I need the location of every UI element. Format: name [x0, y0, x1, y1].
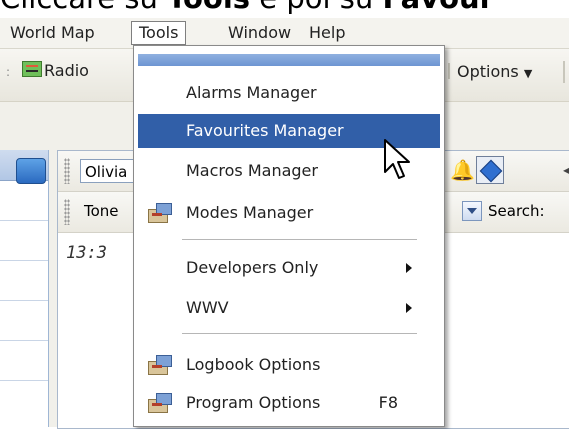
menu-tools[interactable]: Tools: [131, 21, 187, 45]
radio-icon[interactable]: [22, 61, 42, 77]
caption-text-3: e poi su: [250, 0, 382, 15]
menu-item-wwv[interactable]: WWV: [138, 291, 440, 325]
toolbar-grip[interactable]: [64, 199, 70, 225]
caption-text-2: Tools: [167, 0, 250, 15]
menu-item-modes-manager[interactable]: Modes Manager: [138, 196, 440, 230]
settings-window-icon: [148, 203, 172, 223]
toolbar-divider: [563, 61, 565, 83]
menu-item-label: Logbook Options: [186, 355, 321, 374]
chevron-down-icon[interactable]: [462, 201, 482, 221]
list-row-divider: [0, 260, 48, 261]
mouse-cursor-icon: [384, 139, 410, 179]
menu-item-alarms-manager[interactable]: Alarms Manager: [138, 76, 440, 110]
refresh-icon[interactable]: [16, 158, 46, 184]
menu-item-developers-only[interactable]: Developers Only: [138, 251, 440, 285]
submenu-arrow-icon: [406, 303, 412, 313]
menu-item-logbook-options[interactable]: Logbook Options: [138, 348, 440, 382]
menu-item-label: Alarms Manager: [186, 83, 317, 102]
menu-item-label: Program Options: [186, 393, 321, 412]
menu-item-label: Favourites Manager: [186, 121, 344, 140]
toolbar-separator: :: [6, 65, 11, 79]
menu-separator: [182, 333, 417, 334]
left-panel: [0, 150, 49, 427]
caption-text-4: Favour: [382, 0, 493, 15]
caption-text-1: Cliccare su: [0, 0, 167, 15]
menu-help[interactable]: Help: [309, 18, 345, 48]
menu-separator: [182, 239, 417, 240]
menu-item-shortcut: F8: [378, 393, 398, 412]
menu-item-label: Macros Manager: [186, 161, 318, 180]
settings-window-icon: [148, 393, 172, 413]
list-row-divider: [0, 380, 48, 381]
tone-label: Tone: [84, 202, 119, 220]
list-row-divider: [0, 300, 48, 301]
bell-icon[interactable]: 🔔: [450, 158, 475, 182]
arrow-left-icon[interactable]: ◂: [563, 160, 569, 179]
tools-menu: Alarms Manager Favourites Manager Macros…: [133, 45, 445, 427]
search-label: Search:: [488, 202, 545, 220]
menu-header-bar: [138, 54, 440, 66]
radio-button-label[interactable]: Radio: [44, 61, 89, 80]
settings-window-icon: [148, 355, 172, 375]
options-button[interactable]: Options ▼: [457, 62, 532, 81]
toolbar-grip[interactable]: [64, 158, 70, 184]
menu-window[interactable]: Window: [228, 18, 291, 48]
submenu-arrow-icon: [406, 263, 412, 273]
menu-item-label: WWV: [186, 298, 229, 317]
list-row-divider: [0, 220, 48, 221]
list-row-divider: [0, 340, 48, 341]
menu-item-program-options[interactable]: Program Options F8: [138, 386, 440, 420]
chevron-down-icon: ▼: [523, 67, 533, 80]
menu-item-label: Modes Manager: [186, 203, 314, 222]
menu-item-label: Developers Only: [186, 258, 319, 277]
toolbar-divider: [448, 63, 450, 79]
info-icon[interactable]: [476, 156, 504, 184]
options-button-label: Options: [457, 62, 519, 81]
received-text: 13:3: [66, 243, 107, 263]
instruction-caption: Cliccare su Tools e poi su Favour: [0, 0, 569, 18]
menu-world-map[interactable]: World Map: [10, 18, 95, 48]
